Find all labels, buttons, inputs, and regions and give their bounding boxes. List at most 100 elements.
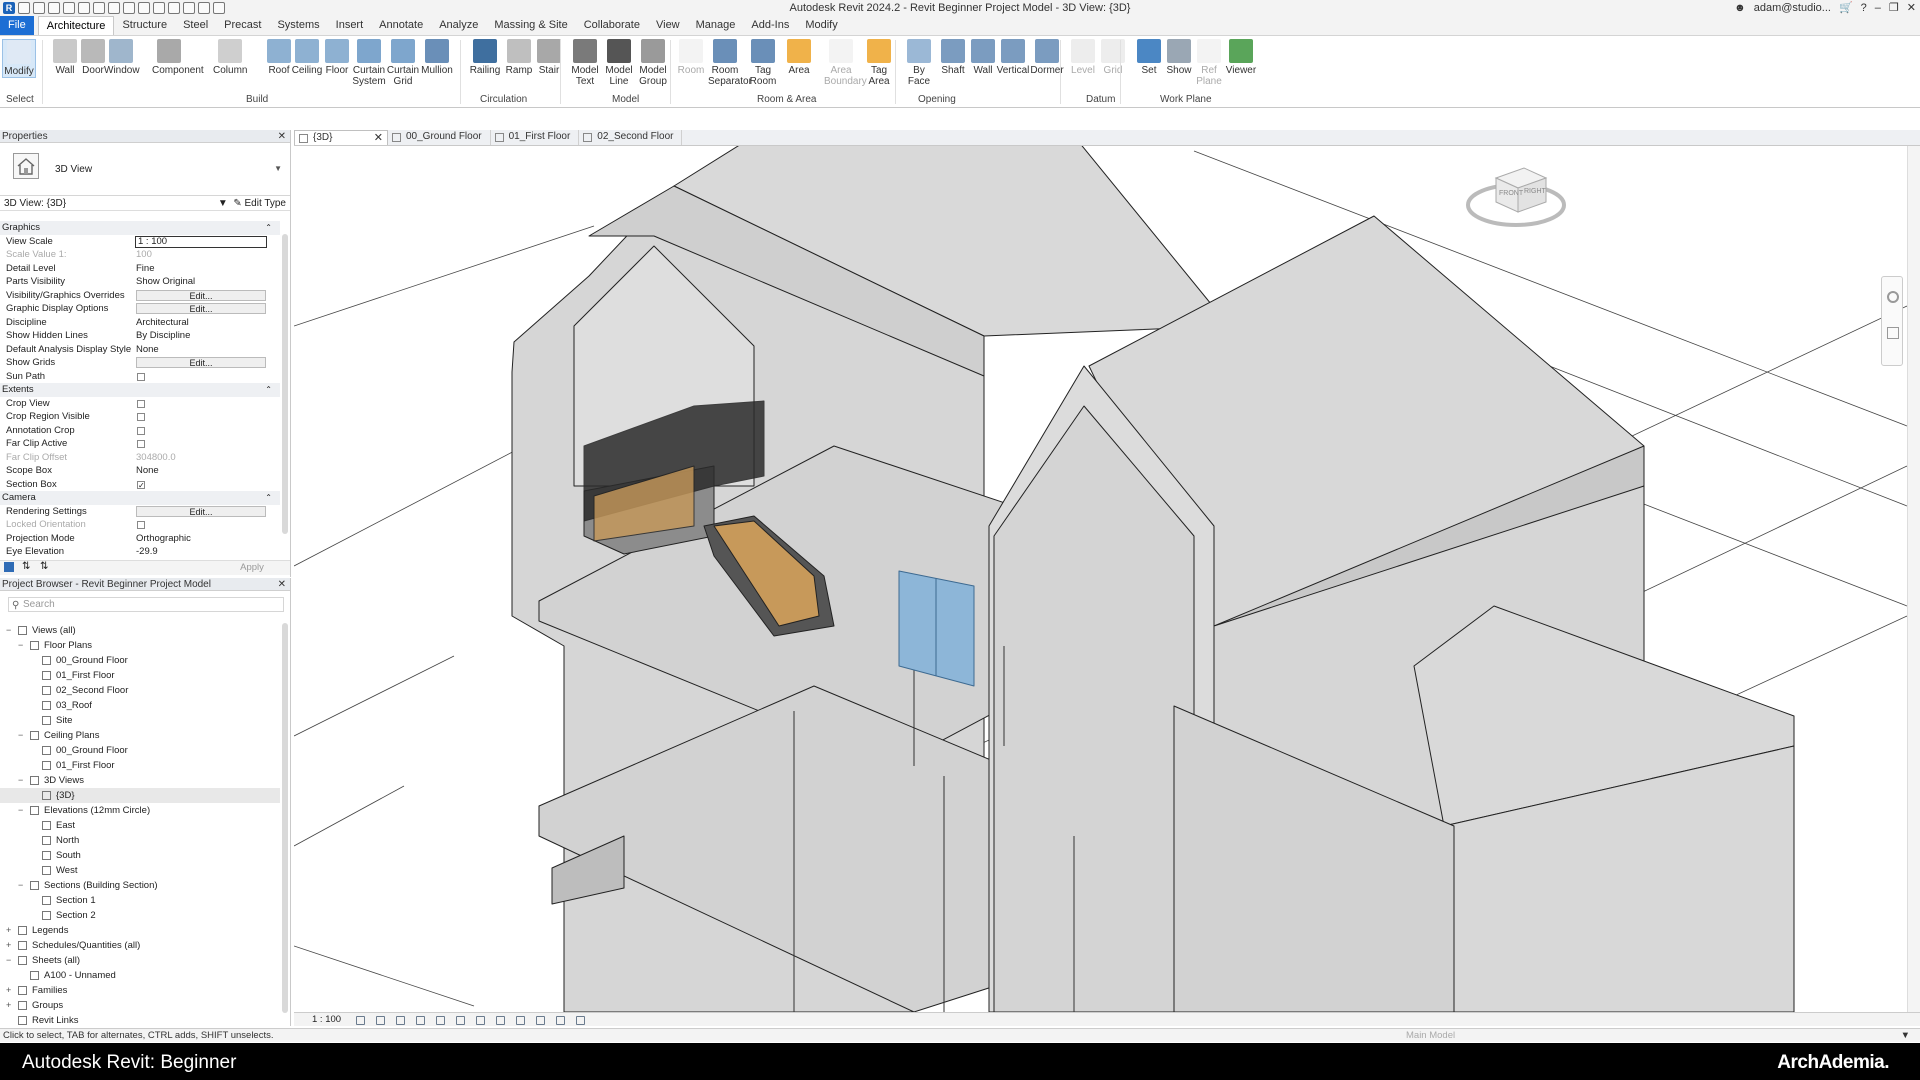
ramp-button[interactable]: Ramp (502, 39, 536, 76)
property-group-camera[interactable]: Camera ⌃ (0, 491, 280, 505)
browser-item-ceiling-plans[interactable]: − Ceiling Plans (0, 728, 280, 743)
browser-search-input[interactable]: ⚲ Search (8, 597, 284, 612)
edit-button[interactable]: Edit... (136, 289, 266, 301)
switch-windows-icon[interactable] (213, 2, 225, 14)
reveal-hidden-icon[interactable] (536, 1016, 545, 1025)
set-button[interactable]: Set (1132, 39, 1166, 76)
detail-level-icon[interactable] (356, 1016, 365, 1025)
model-text-button[interactable]: Model Text (568, 39, 602, 87)
edit-button[interactable]: Edit... (136, 505, 266, 517)
shaft-button[interactable]: Shaft (936, 39, 970, 76)
redo-icon[interactable] (78, 2, 90, 14)
sun-path-icon[interactable] (396, 1016, 405, 1025)
shadows-icon[interactable] (416, 1016, 425, 1025)
lock-view-icon[interactable] (496, 1016, 505, 1025)
ribbon-tab-add-ins[interactable]: Add-Ins (743, 16, 797, 35)
view-tab-00-ground-floor[interactable]: 00_Ground Floor (388, 130, 491, 145)
ribbon-tab-structure[interactable]: Structure (114, 16, 175, 35)
close-icon[interactable]: ✕ (278, 578, 286, 591)
modify-button[interactable]: Modify (2, 39, 36, 78)
browser-item-west[interactable]: West (0, 863, 280, 878)
property-checkbox[interactable] (137, 372, 145, 381)
window-button[interactable]: Window (104, 39, 140, 76)
browser-item-3d-views[interactable]: − 3D Views (0, 773, 280, 788)
ceiling-button[interactable]: Ceiling (290, 39, 324, 76)
mullion-button[interactable]: Mullion (420, 39, 454, 76)
temporary-hide-icon[interactable] (516, 1016, 525, 1025)
browser-scrollbar[interactable] (282, 623, 288, 1013)
active-model[interactable]: Main Model (1406, 1029, 1455, 1043)
collapse-icon[interactable]: − (6, 623, 11, 638)
collapse-icon[interactable]: ⌃ (265, 383, 272, 397)
minimize-icon[interactable]: – (1875, 2, 1881, 14)
thin-lines-icon[interactable] (183, 2, 195, 14)
3d-view-icon[interactable] (153, 2, 165, 14)
edit-button[interactable]: Edit... (136, 357, 266, 368)
ribbon-tab-massing-site[interactable]: Massing & Site (486, 16, 575, 35)
crop-view-icon[interactable] (456, 1016, 465, 1025)
browser-item-a100-unnamed[interactable]: A100 - Unnamed (0, 968, 280, 983)
worksharing-icon[interactable] (556, 1016, 565, 1025)
browser-item-site[interactable]: Site (0, 713, 280, 728)
print-icon[interactable] (93, 2, 105, 14)
browser-item-00-ground-floor[interactable]: 00_Ground Floor (0, 653, 280, 668)
browser-item-sections-building-section[interactable]: − Sections (Building Section) (0, 878, 280, 893)
ribbon-tab-architecture[interactable]: Architecture (37, 16, 115, 35)
browser-item-floor-plans[interactable]: − Floor Plans (0, 638, 280, 653)
tag-area-button[interactable]: Tag Area (862, 39, 896, 87)
view-cube-right[interactable]: RIGHT (1524, 188, 1546, 195)
curtain-system-button[interactable]: Curtain System (352, 39, 386, 87)
filter-icon[interactable]: ▼ (1901, 1029, 1910, 1043)
close-icon[interactable]: ✕ (374, 131, 383, 145)
section-box-icon[interactable] (576, 1016, 585, 1025)
view-tab-02-second-floor[interactable]: 02_Second Floor (579, 130, 683, 145)
crop-region-icon[interactable] (476, 1016, 485, 1025)
railing-button[interactable]: Railing (468, 39, 502, 76)
sort-alpha-icon[interactable]: ⇅ (40, 561, 48, 572)
restore-icon[interactable]: ❐ (1889, 1, 1899, 14)
ribbon-tab-manage[interactable]: Manage (688, 16, 744, 35)
instance-selector[interactable]: 3D View: {3D} ▼ ✎ Edit Type (0, 197, 290, 211)
browser-item-south[interactable]: South (0, 848, 280, 863)
cart-icon[interactable]: 🛒 (1839, 1, 1853, 14)
room-separator-button[interactable]: Room Separator (708, 39, 752, 87)
wall-button[interactable]: Wall (966, 39, 1000, 76)
browser-item-sheets-all[interactable]: − Sheets (all) (0, 953, 280, 968)
ribbon-tab-modify[interactable]: Modify (797, 16, 845, 35)
ribbon-tab-steel[interactable]: Steel (175, 16, 216, 35)
browser-item-01-first-floor[interactable]: 01_First Floor (0, 668, 280, 683)
zoom-icon[interactable] (1887, 327, 1899, 339)
floor-button[interactable]: Floor (320, 39, 354, 76)
column-button[interactable]: Column (213, 39, 247, 76)
browser-item-02-second-floor[interactable]: 02_Second Floor (0, 683, 280, 698)
ref-plane-button[interactable]: Ref Plane (1192, 39, 1226, 87)
collapse-icon[interactable]: ⌃ (265, 221, 272, 235)
by-face-button[interactable]: By Face (902, 39, 936, 87)
view-cube[interactable]: FRONT RIGHT (1466, 150, 1566, 240)
browser-item-revit-links[interactable]: Revit Links (0, 1013, 280, 1028)
sort-icon[interactable]: ⇅ (22, 561, 30, 572)
ribbon-tab-file[interactable]: File (0, 16, 34, 35)
collapse-icon[interactable]: − (6, 953, 11, 968)
tag-room-button[interactable]: Tag Room (746, 39, 780, 87)
user-icon[interactable]: ☻ (1734, 2, 1746, 14)
collapse-icon[interactable]: ⌃ (265, 491, 272, 505)
view-tab-3d[interactable]: {3D} ✕ (294, 130, 388, 145)
collapse-icon[interactable]: − (18, 728, 23, 743)
3d-viewport[interactable]: FRONT RIGHT (294, 146, 1907, 1012)
steering-wheel-icon[interactable] (1887, 291, 1899, 303)
section-icon[interactable] (168, 2, 180, 14)
view-cube-front[interactable]: FRONT (1499, 190, 1523, 197)
browser-item-00-ground-floor[interactable]: 00_Ground Floor (0, 743, 280, 758)
apply-button[interactable]: Apply (230, 562, 274, 574)
browser-item-schedules-quantities-all[interactable]: + Schedules/Quantities (all) (0, 938, 280, 953)
undo-icon[interactable] (63, 2, 75, 14)
ribbon-tab-systems[interactable]: Systems (269, 16, 327, 35)
viewer-button[interactable]: Viewer (1224, 39, 1258, 76)
type-selector[interactable]: 3D View ▼ (0, 144, 290, 196)
room-button[interactable]: Room (674, 39, 708, 76)
help-icon[interactable]: ? (1861, 2, 1867, 14)
edit-button[interactable]: Edit... (136, 303, 266, 314)
ribbon-tab-annotate[interactable]: Annotate (371, 16, 431, 35)
edit-type-button[interactable]: ▼ ✎ Edit Type (218, 197, 286, 211)
